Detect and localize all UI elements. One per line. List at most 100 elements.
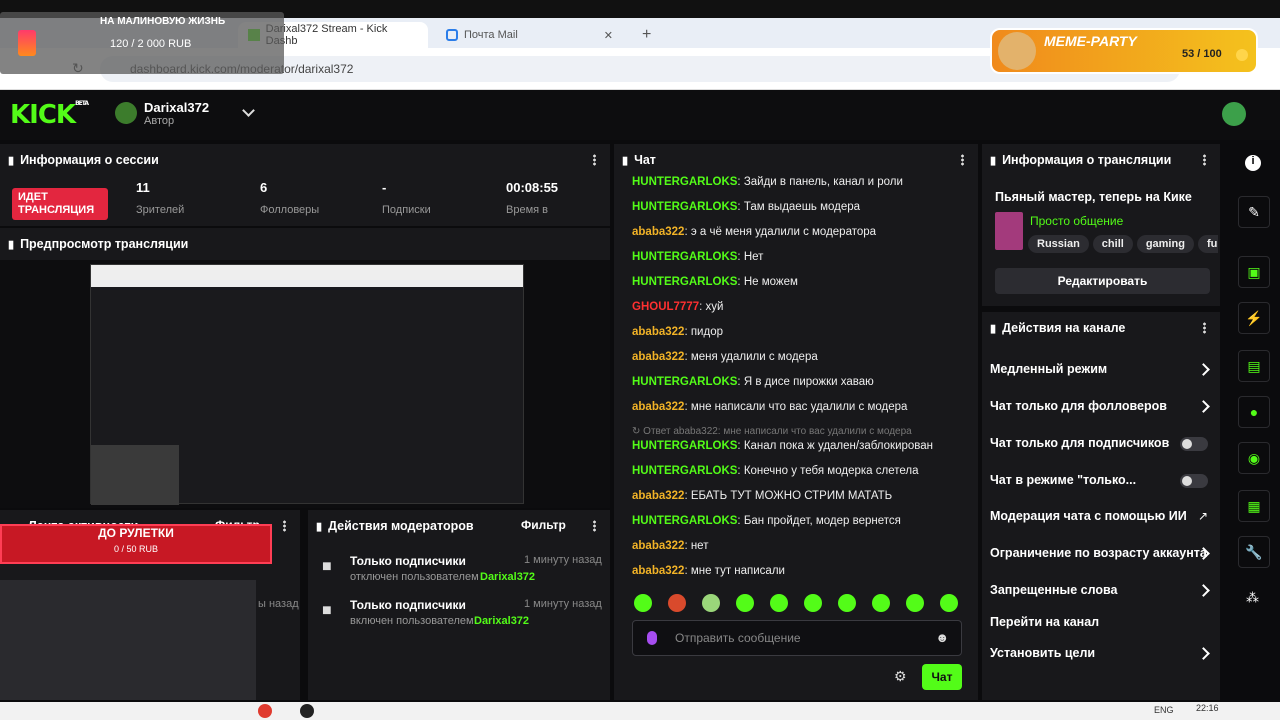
preview-icon: ▮ (8, 238, 15, 251)
chat-icon: ▮ (622, 154, 629, 167)
chat-input[interactable]: Отправить сообщение ☻ (632, 620, 962, 656)
wrench-icon[interactable]: 🔧 (1238, 536, 1270, 568)
emoji-icon[interactable]: ☻ (935, 630, 949, 645)
reply-note-text: Ответ ababa322: мне написали что вас уда… (643, 426, 912, 437)
chat-username[interactable]: HUNTERGARLOKS (632, 251, 737, 263)
more-icon[interactable] (961, 154, 964, 166)
stat-label: Фолловеры (260, 204, 320, 216)
mod-action-item: ■ Только подписчики 1 минуту назад отклю… (322, 554, 602, 594)
mod-action-user[interactable]: Darixal372 (480, 571, 535, 583)
channel-action-item[interactable]: Модерация чата с помощью ИИ ↗ (982, 509, 1220, 529)
chat-message: ababa322: нет (632, 540, 708, 552)
broadcast-icon[interactable]: ◉ (1238, 442, 1270, 474)
tab-mail[interactable]: Почта Mail ✕ (436, 22, 621, 48)
chat-username[interactable]: ababa322 (632, 490, 684, 502)
chat-username[interactable]: ababa322 (632, 226, 684, 238)
chat-message: ababa322: меня удалили с модера (632, 351, 818, 363)
edit-button[interactable]: Редактировать (995, 268, 1210, 294)
toggle-switch[interactable] (1180, 437, 1208, 451)
stream-tag[interactable]: Russian (1028, 235, 1089, 253)
emote-icon[interactable] (940, 594, 958, 612)
mod-filter[interactable]: Фильтр (521, 518, 566, 532)
chat-message: ababa322: мне тут написали (632, 565, 785, 577)
chat-username[interactable]: ababa322 (632, 540, 684, 552)
language-indicator[interactable]: ENG (1154, 705, 1174, 715)
more-icon[interactable] (1203, 154, 1206, 166)
stream-tag[interactable]: funn (1197, 235, 1218, 253)
chat-text: меня удалили с модера (690, 351, 818, 363)
channel-action-item[interactable]: Запрещенные слова (982, 583, 1220, 603)
more-icon[interactable] (1203, 322, 1206, 334)
chat-username[interactable]: ababa322 (632, 326, 684, 338)
stat-subs: - Подписки (382, 180, 431, 226)
mod-actions-panel: ▮ Действия модераторов Фильтр ■ Только по… (308, 510, 610, 700)
more-icon[interactable] (593, 154, 596, 166)
chat-username[interactable]: HUNTERGARLOKS (632, 465, 737, 477)
chat-username[interactable]: HUNTERGARLOKS (632, 276, 737, 288)
layout-icon[interactable]: ▦ (1238, 490, 1270, 522)
chat-username[interactable]: GHOUL7777 (632, 301, 699, 313)
close-icon[interactable]: ✕ (604, 29, 613, 42)
chat-username[interactable]: HUNTERGARLOKS (632, 440, 737, 452)
emote-icon[interactable] (872, 594, 890, 612)
chat-send-button[interactable]: Чат (922, 664, 962, 690)
chat-username[interactable]: HUNTERGARLOKS (632, 515, 737, 527)
channel-action-item[interactable]: Чат в режиме "только... (982, 473, 1220, 493)
stream-category[interactable]: Просто общение (1030, 214, 1123, 228)
chat-message: ababa322: э а чё меня удалили с модерато… (632, 226, 876, 238)
more-icon[interactable] (593, 520, 596, 532)
donation-progress: 120 / 2 000 RUB (110, 38, 192, 50)
stat-value: - (382, 180, 387, 195)
user-avatar-icon[interactable] (1222, 102, 1246, 126)
channel-action-item[interactable]: Чат только для подписчиков (982, 436, 1220, 456)
emote-icon[interactable] (906, 594, 924, 612)
stat-label: Время в (506, 204, 548, 216)
gear-icon[interactable]: ⚙ (894, 668, 907, 685)
stream-tag[interactable]: chill (1092, 235, 1133, 253)
emote-icon[interactable] (634, 594, 652, 612)
chat-text: хуй (705, 301, 724, 313)
fullscreen-icon[interactable]: ▣ (1238, 256, 1270, 288)
pencil-icon[interactable]: ✎ (1238, 196, 1270, 228)
bolt-icon[interactable]: ⚡ (1238, 302, 1270, 334)
emote-icon[interactable] (736, 594, 754, 612)
mod-action-title: Только подписчики (350, 598, 466, 612)
chat-username[interactable]: ababa322 (632, 401, 684, 413)
channel-action-item[interactable]: Чат только для фолловеров (982, 399, 1220, 419)
obs-taskbar-icon[interactable] (300, 704, 314, 718)
chat-message: HUNTERGARLOKS: Конечно у тебя модерка сл… (632, 465, 918, 477)
chat-text: нет (690, 540, 709, 552)
emote-icon[interactable] (804, 594, 822, 612)
emote-icon[interactable] (770, 594, 788, 612)
stream-tag[interactable]: gaming (1136, 235, 1194, 253)
chat-username[interactable]: HUNTERGARLOKS (632, 176, 737, 188)
chat-bubble-icon[interactable]: ● (1238, 396, 1270, 428)
emote-icon[interactable] (702, 594, 720, 612)
more-icon[interactable] (283, 520, 286, 532)
channel-action-item[interactable]: Ограничение по возрасту аккаунта (982, 546, 1220, 566)
mod-action-time: 1 минуту назад (524, 554, 602, 566)
new-tab-button[interactable]: + (632, 22, 661, 48)
external-link-icon: ↗ (1197, 509, 1208, 523)
chat-username[interactable]: ababa322 (632, 351, 684, 363)
document-icon[interactable]: ▤ (1238, 350, 1270, 382)
channel-role: Автор (144, 115, 175, 127)
emote-icon[interactable] (668, 594, 686, 612)
mod-action-user[interactable]: Darixal372 (474, 615, 529, 627)
emote-icon[interactable] (838, 594, 856, 612)
avatar[interactable] (115, 102, 137, 124)
channel-action-item[interactable]: Медленный режим (982, 362, 1220, 382)
chat-username[interactable]: ababa322 (632, 565, 684, 577)
kick-logo[interactable]: KICKBETA (10, 100, 89, 130)
gift-icon: ■ (322, 558, 332, 575)
chrome-taskbar-icon[interactable] (258, 704, 272, 718)
chat-username[interactable]: HUNTERGARLOKS (632, 201, 737, 213)
apps-icon[interactable]: ⁂ (1246, 590, 1259, 606)
channel-action-item[interactable]: Установить цели (982, 646, 1220, 666)
channel-action-item[interactable]: Перейти на канал (982, 615, 1220, 635)
toggle-switch[interactable] (1180, 474, 1208, 488)
chat-username[interactable]: HUNTERGARLOKS (632, 376, 737, 388)
info-icon[interactable]: i (1245, 155, 1261, 171)
preview-video[interactable] (90, 264, 524, 505)
meme-party-progress: 53 / 100 (1182, 48, 1222, 60)
